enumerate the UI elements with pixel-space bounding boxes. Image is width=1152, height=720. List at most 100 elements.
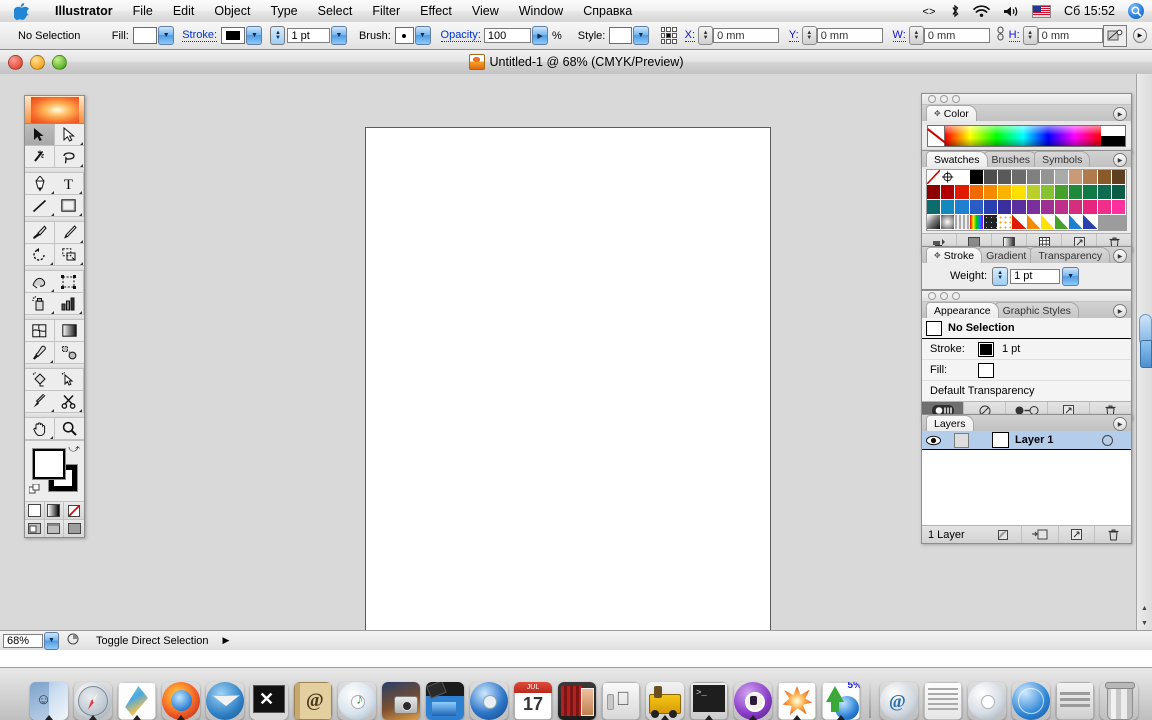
default-fill-stroke-icon[interactable] xyxy=(28,483,40,495)
tab-brushes[interactable]: Brushes xyxy=(983,151,1039,167)
dock-item-transmit[interactable] xyxy=(644,676,686,720)
swatch-cell[interactable] xyxy=(1026,170,1041,185)
swatch-cell[interactable] xyxy=(998,185,1013,200)
style-swatch[interactable] xyxy=(609,27,632,44)
swatch-cell[interactable] xyxy=(1069,185,1084,200)
layer-list[interactable] xyxy=(922,450,1131,525)
swatch-cell[interactable] xyxy=(1111,170,1126,185)
menu-object[interactable]: Object xyxy=(204,0,260,22)
symbol-sprayer-tool[interactable] xyxy=(25,293,55,315)
color-white-swatch[interactable] xyxy=(1101,126,1125,136)
dock-item-ical[interactable]: JUL 17 xyxy=(512,676,554,720)
dock-item-disk-stack[interactable] xyxy=(966,676,1008,720)
swatch-cell[interactable] xyxy=(955,200,970,215)
swatch-cell[interactable] xyxy=(1097,185,1112,200)
style-dropdown-button[interactable]: ▼ xyxy=(632,26,649,45)
free-transform-tool[interactable] xyxy=(54,271,84,293)
slice-tool[interactable] xyxy=(25,391,55,413)
appearance-transparency-row[interactable]: Default Transparency xyxy=(922,381,1131,401)
transform-again-icon[interactable] xyxy=(1103,24,1127,47)
swatches-palette-menu-icon[interactable]: ▶ xyxy=(1113,153,1127,167)
hand-tool[interactable] xyxy=(25,418,55,440)
swatch-cell[interactable] xyxy=(969,215,984,230)
swatch-cell[interactable] xyxy=(926,169,942,185)
swatch-cell[interactable] xyxy=(1026,215,1041,230)
tab-stroke[interactable]: ✥ Stroke xyxy=(926,247,983,263)
dock-item-mail-stack[interactable]: @ xyxy=(878,676,920,720)
color-black-swatch[interactable] xyxy=(1101,136,1125,146)
pencil-tool[interactable] xyxy=(54,222,84,244)
swatch-cell[interactable] xyxy=(941,200,956,215)
swatch-cell[interactable] xyxy=(1083,215,1098,230)
tab-graphic-styles[interactable]: Graphic Styles xyxy=(994,302,1079,318)
swatch-cell[interactable] xyxy=(969,170,984,185)
dock-item-network-meter[interactable]: 5% xyxy=(820,676,862,720)
swatch-cell[interactable] xyxy=(1040,185,1055,200)
swatch-cell[interactable] xyxy=(1012,185,1027,200)
scroll-up-button[interactable]: ▲ xyxy=(1137,601,1152,616)
swatch-cell[interactable] xyxy=(983,200,999,215)
swap-fill-stroke-icon[interactable]: ⤻ xyxy=(68,443,80,456)
brush-swatch[interactable] xyxy=(394,27,414,44)
rectangle-tool[interactable] xyxy=(54,195,84,217)
stroke-label[interactable]: Stroke: xyxy=(182,29,218,42)
swatch-cell[interactable] xyxy=(1040,215,1055,230)
appearance-palette-menu-icon[interactable]: ▶ xyxy=(1113,304,1127,318)
stroke-swatch[interactable] xyxy=(221,27,246,44)
full-screen-mode-button[interactable] xyxy=(64,520,84,537)
menu-illustrator[interactable]: Illustrator xyxy=(45,0,123,22)
swatch-cell[interactable] xyxy=(1097,170,1112,185)
swatch-cell[interactable] xyxy=(1083,185,1098,200)
dock-item-iphoto[interactable] xyxy=(380,676,422,720)
dock-item-firefox[interactable] xyxy=(160,676,202,720)
dock-item-safari[interactable] xyxy=(72,676,114,720)
swatch-cell[interactable] xyxy=(1054,185,1070,200)
gradient-mode-button[interactable] xyxy=(44,502,65,519)
swatch-cell[interactable] xyxy=(983,185,999,200)
dock-item-address-book[interactable]: @ xyxy=(292,676,334,720)
swatch-cell[interactable] xyxy=(955,170,970,185)
swatch-cell[interactable] xyxy=(941,185,956,200)
status-menu-arrow-icon[interactable]: ▶ xyxy=(223,635,230,646)
dock-item-keyboard-stack[interactable] xyxy=(1054,676,1096,720)
stroke-palette-weight-stepper[interactable]: ▲ ▼ xyxy=(992,266,1009,286)
swatch-cell[interactable] xyxy=(1012,215,1027,230)
menu-bar-clock[interactable]: Сб 15:52 xyxy=(1064,4,1115,18)
menu-type[interactable]: Type xyxy=(261,0,308,22)
opacity-label[interactable]: Opacity: xyxy=(440,29,481,42)
swatch-cell[interactable] xyxy=(927,200,942,215)
swatch-cell[interactable] xyxy=(927,185,942,200)
reference-point-icon[interactable] xyxy=(660,27,677,44)
y-field[interactable]: 0 mm xyxy=(816,28,883,43)
swatch-cell[interactable] xyxy=(1054,170,1070,185)
apple-menu-icon[interactable] xyxy=(14,2,29,20)
opacity-field[interactable]: 100 xyxy=(483,28,532,43)
menu-edit[interactable]: Edit xyxy=(163,0,205,22)
dock-item-finder[interactable]: ☺ xyxy=(28,676,70,720)
lasso-tool[interactable] xyxy=(54,146,84,168)
width-field[interactable]: 0 mm xyxy=(923,28,990,43)
pen-tool[interactable] xyxy=(25,173,55,195)
dock-item-illustrator[interactable] xyxy=(776,676,818,720)
fill-swatch[interactable] xyxy=(132,27,158,44)
live-paint-bucket-tool[interactable] xyxy=(25,369,55,391)
create-new-layer-button[interactable] xyxy=(1059,526,1096,543)
dock-item-thunderbird[interactable] xyxy=(204,676,246,720)
layer-target-circle-icon[interactable] xyxy=(1102,434,1113,446)
rotate-tool[interactable] xyxy=(25,244,55,266)
wifi-icon[interactable] xyxy=(973,4,990,18)
menu-file[interactable]: File xyxy=(123,0,163,22)
create-new-sublayer-button[interactable] xyxy=(1022,526,1059,543)
zoom-level-field[interactable]: 68% xyxy=(3,633,43,648)
brush-dropdown-button[interactable]: ▼ xyxy=(414,26,431,45)
tab-symbols[interactable]: Symbols xyxy=(1034,151,1091,167)
toolbox-fill-swatch[interactable] xyxy=(33,449,65,479)
scissors-tool[interactable] xyxy=(54,391,84,413)
swatch-cell[interactable] xyxy=(998,170,1013,185)
delete-layer-button[interactable] xyxy=(1095,526,1131,543)
swatch-cell[interactable] xyxy=(941,215,956,230)
dock-item-globe-stack[interactable] xyxy=(1010,676,1052,720)
stroke-palette-weight-dropdown-button[interactable]: ▼ xyxy=(1062,266,1080,286)
volume-icon[interactable] xyxy=(1003,5,1019,18)
swatches-grid[interactable] xyxy=(926,169,1127,231)
